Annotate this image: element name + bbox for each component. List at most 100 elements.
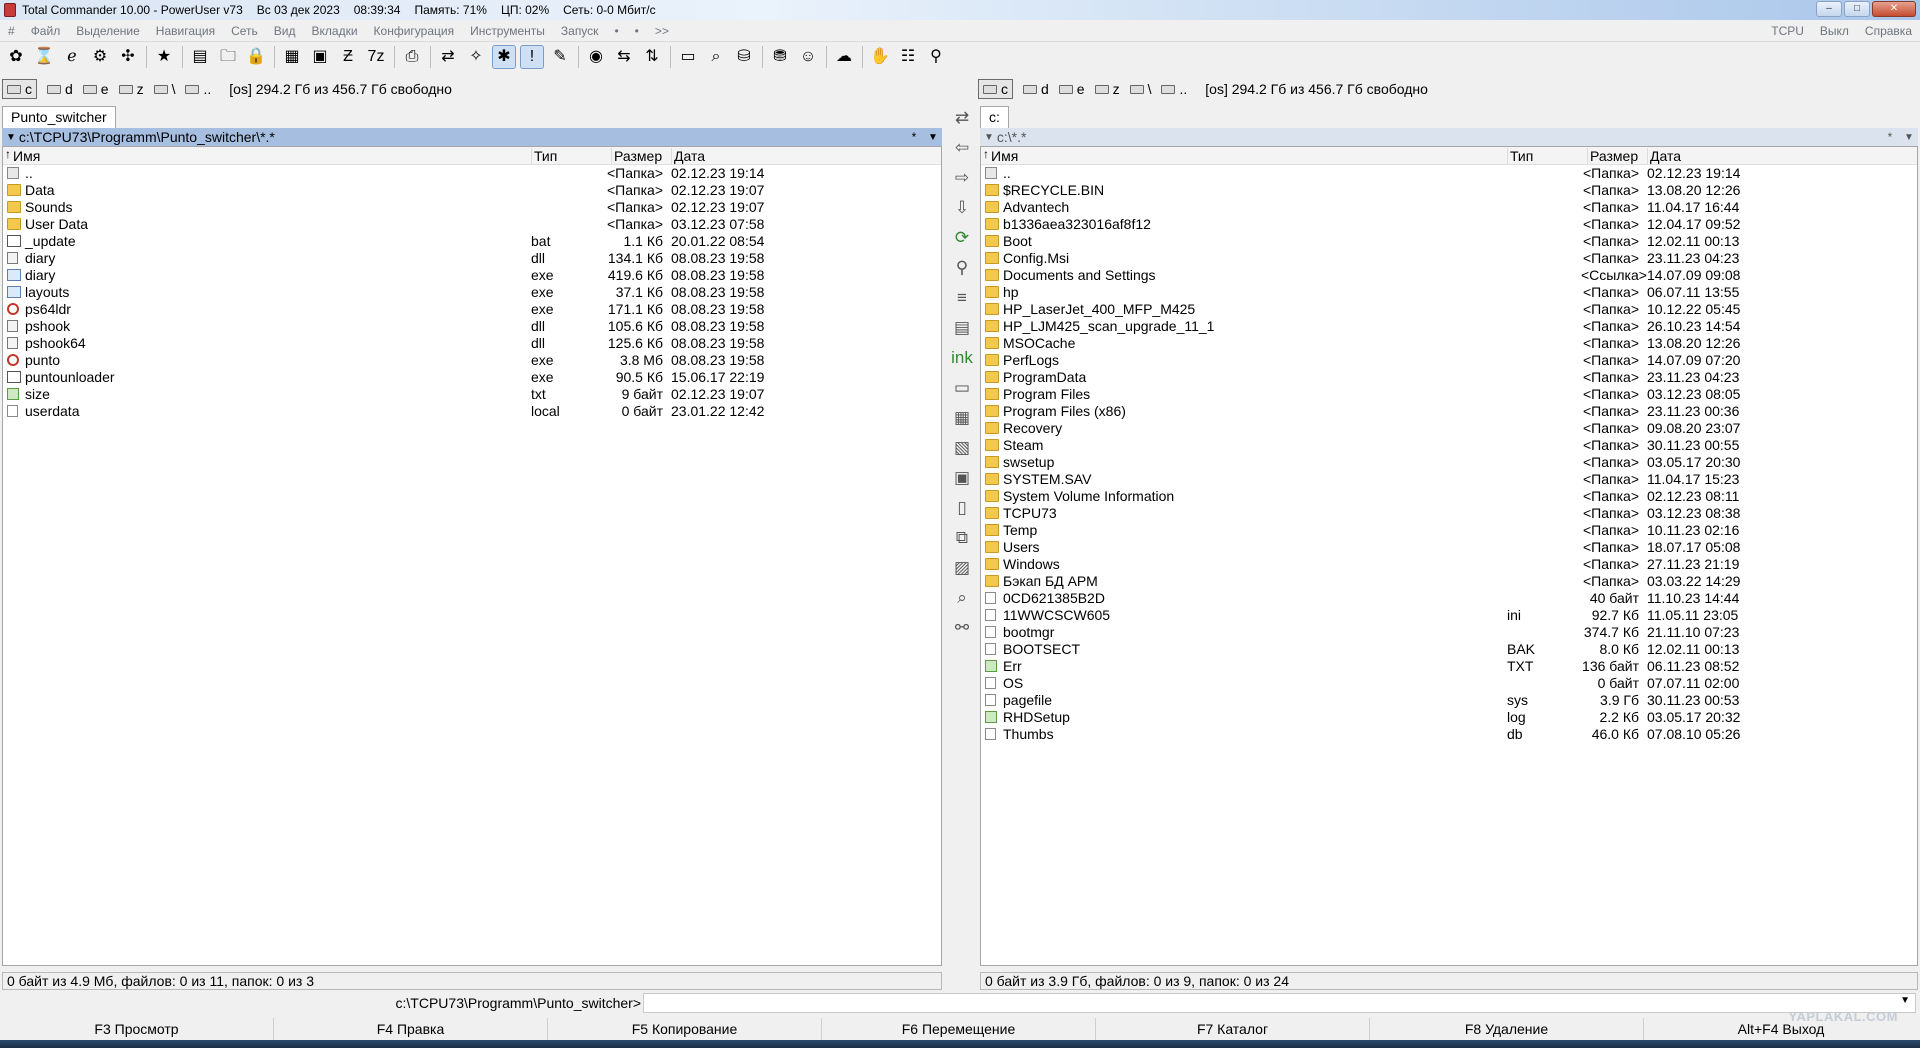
file-row[interactable]: Program Files <Папка> 03.12.23 08:05	[981, 386, 1917, 403]
menu-item[interactable]: Вид	[266, 24, 304, 38]
sfx-icon[interactable]: Ƶ	[336, 45, 360, 69]
winrar-icon[interactable]: ▦	[280, 45, 304, 69]
file-row[interactable]: Data <Папка> 02.12.23 19:07	[3, 182, 941, 199]
file-row[interactable]: 0CD621385B2D 40 байт 11.10.23 14:44	[981, 590, 1917, 607]
right-history-button[interactable]: ▼	[1900, 132, 1918, 143]
column-header-name[interactable]: Имя	[3, 148, 531, 164]
fkey-button[interactable]: F7 Каталог	[1096, 1018, 1370, 1040]
printer-icon[interactable]: ⎙	[400, 45, 424, 69]
cloud-icon[interactable]: ☁	[832, 45, 856, 69]
column-header-size[interactable]: Размер	[611, 148, 671, 164]
file-row[interactable]: layouts exe 37.1 Кб 08.08.23 19:58	[3, 284, 941, 301]
menu-item[interactable]: >>	[647, 24, 677, 38]
file-row[interactable]: pshook dll 105.6 Кб 08.08.23 19:58	[3, 318, 941, 335]
file-row[interactable]: _update bat 1.1 Кб 20.01.22 08:54	[3, 233, 941, 250]
binoculars-icon[interactable]: ⚯	[950, 616, 974, 640]
file-row[interactable]: swsetup <Папка> 03.05.17 20:30	[981, 454, 1917, 471]
file-row[interactable]: Program Files (x86) <Папка> 23.11.23 00:36	[981, 403, 1917, 420]
alert-icon[interactable]: !	[520, 45, 544, 69]
fkey-button[interactable]: F5 Копирование	[548, 1018, 822, 1040]
file-row[interactable]: Steam <Папка> 30.11.23 00:55	[981, 437, 1917, 454]
folder-search-icon[interactable]: ⌕	[704, 45, 728, 69]
menu-item[interactable]: •	[606, 24, 626, 38]
new-file-icon[interactable]: ▭	[950, 376, 974, 400]
fkey-button[interactable]: F6 Перемещение	[822, 1018, 1096, 1040]
file-row[interactable]: diary exe 419.6 Кб 08.08.23 19:58	[3, 267, 941, 284]
file-row[interactable]: BOOTSECT BAK 8.0 Кб 12.02.11 00:13	[981, 641, 1917, 658]
drive-button-right[interactable]: \	[1129, 79, 1151, 99]
menu-item-right[interactable]: TCPU	[1763, 24, 1812, 38]
right-filter-button[interactable]: *	[1880, 130, 1900, 144]
left-history-button[interactable]: ▼	[924, 132, 942, 143]
file-row[interactable]: .. <Папка> 02.12.23 19:14	[3, 165, 941, 182]
menu-item[interactable]: #	[0, 24, 23, 38]
lock-icon[interactable]: 🔒	[244, 45, 268, 69]
file-row[interactable]: userdata local 0 байт 23.01.22 12:42	[3, 403, 941, 420]
file-row[interactable]: HP_LaserJet_400_MFP_M425 <Папка> 10.12.22 …	[981, 301, 1917, 318]
menu-item-right[interactable]: Справка	[1857, 24, 1920, 38]
close-button[interactable]: ✕	[1872, 1, 1916, 17]
menu-item[interactable]: Инструменты	[462, 24, 553, 38]
file-row[interactable]: TCPU73 <Папка> 03.12.23 08:38	[981, 505, 1917, 522]
archive-icon[interactable]: ▣	[308, 45, 332, 69]
copy-to-right-icon[interactable]: ⇄	[950, 106, 974, 130]
file-row[interactable]: RHDSetup log 2.2 Кб 03.05.17 20:32	[981, 709, 1917, 726]
drive-button-left[interactable]: e	[82, 79, 109, 99]
column-header-type[interactable]: Тип	[531, 148, 611, 164]
arrow-left-icon[interactable]: ⇦	[950, 136, 974, 160]
fkey-button[interactable]: F8 Удаление	[1370, 1018, 1644, 1040]
pack-icon[interactable]: ▦	[950, 406, 974, 430]
sort-icon[interactable]: ⇅	[640, 45, 664, 69]
file-row[interactable]: ProgramData <Папка> 23.11.23 04:23	[981, 369, 1917, 386]
ftp-icon[interactable]: ⚲	[924, 45, 948, 69]
left-file-panel[interactable]: Имя Тип Размер Дата ↑ .. <Папка> 02.12.23 19:1…	[2, 146, 942, 966]
menu-item[interactable]: Вкладки	[304, 24, 366, 38]
minimize-button[interactable]: –	[1816, 1, 1842, 17]
column-header-type[interactable]: Тип	[1507, 148, 1587, 164]
hand-icon[interactable]: ✋	[868, 45, 892, 69]
file-row[interactable]: Err TXT 136 байт 06.11.23 08:52	[981, 658, 1917, 675]
file-row[interactable]: $RECYCLE.BIN <Папка> 13.08.20 12:26	[981, 182, 1917, 199]
hourglass-icon[interactable]: ⌛	[32, 45, 56, 69]
maximize-button[interactable]: □	[1844, 1, 1870, 17]
file-row[interactable]: b1336aea323016af8f12 <Папка> 12.04.17 09:5…	[981, 216, 1917, 233]
menu-item[interactable]: Конфигурация	[366, 24, 463, 38]
file-row[interactable]: Thumbs db 46.0 Кб 07.08.10 05:26	[981, 726, 1917, 743]
star-icon[interactable]: ★	[152, 45, 176, 69]
file-row[interactable]: Sounds <Папка> 02.12.23 19:07	[3, 199, 941, 216]
file-row[interactable]: Recovery <Папка> 09.08.20 23:07	[981, 420, 1917, 437]
file-row[interactable]: Documents and Settings <Ссылка> 14.07.09 0…	[981, 267, 1917, 284]
right-file-panel[interactable]: Имя Тип Размер Дата ↑ .. <Папка> 02.12.23 19:1…	[980, 146, 1918, 966]
left-path-bar[interactable]: ▼ c:\TCPU73\Programm\Punto_switcher\*.* …	[2, 128, 942, 146]
pin-icon[interactable]: ⚲	[950, 256, 974, 280]
file-row[interactable]: MSOCache <Папка> 13.08.20 12:26	[981, 335, 1917, 352]
right-tab[interactable]: c:	[980, 106, 1009, 128]
drive-button-left[interactable]: z	[118, 79, 144, 99]
ccleaner-icon[interactable]: ◉	[584, 45, 608, 69]
file-row[interactable]: SYSTEM.SAV <Папка> 11.04.17 15:23	[981, 471, 1917, 488]
menu-item[interactable]: Выделение	[68, 24, 148, 38]
drive-button-left[interactable]: d	[47, 79, 73, 99]
arrow-down-icon[interactable]: ⇩	[950, 196, 974, 220]
file-row[interactable]: Temp <Папка> 10.11.23 02:16	[981, 522, 1917, 539]
copy-names-icon[interactable]: ▤	[188, 45, 212, 69]
file-row[interactable]: punto exe 3.8 Мб 08.08.23 19:58	[3, 352, 941, 369]
file-row[interactable]: ps64ldr exe 171.1 Кб 08.08.23 19:58	[3, 301, 941, 318]
fkey-button[interactable]: F3 Просмотр	[0, 1018, 274, 1040]
edit-list-icon[interactable]: ▤	[950, 316, 974, 340]
file-row[interactable]: User Data <Папка> 03.12.23 07:58	[3, 216, 941, 233]
wand-icon[interactable]: ✧	[464, 45, 488, 69]
file-row[interactable]: puntounloader exe 90.5 Кб 15.06.17 22:19	[3, 369, 941, 386]
fkey-button[interactable]: F4 Правка	[274, 1018, 548, 1040]
paste-icon[interactable]: ▨	[950, 556, 974, 580]
drive-button-left[interactable]: \	[153, 79, 175, 99]
file-row[interactable]: Windows <Папка> 27.11.23 21:19	[981, 556, 1917, 573]
column-header-date[interactable]: Дата	[1647, 148, 1747, 164]
file-row[interactable]: hp <Папка> 06.07.11 13:55	[981, 284, 1917, 301]
tree-icon[interactable]: ☷	[896, 45, 920, 69]
file-row[interactable]: Users <Папка> 18.07.17 05:08	[981, 539, 1917, 556]
menu-icon[interactable]: ≡	[950, 286, 974, 310]
network-drive-icon[interactable]: ⛃	[768, 45, 792, 69]
link-icon[interactable]: ink	[950, 346, 974, 370]
menu-item[interactable]: Запуск	[553, 24, 607, 38]
